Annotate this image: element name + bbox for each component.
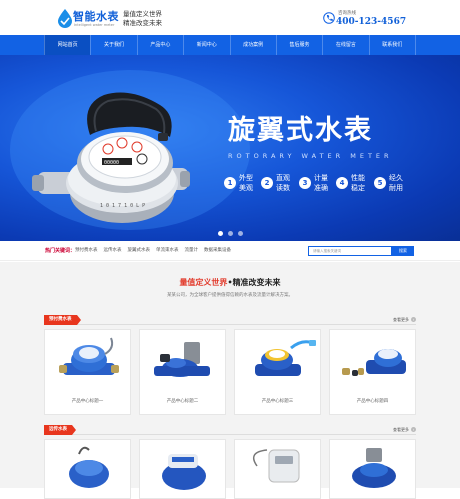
slogan-line-1: 量值定义世界 bbox=[123, 10, 162, 18]
main-content: 量值定义世界•精准改变未来 某某公司，为全球客户提供值得信赖的水表及流量计解决方… bbox=[0, 262, 460, 499]
product-card[interactable]: 产品中心标题三 bbox=[234, 329, 321, 415]
section-header-remote: 远传水表 查看更多 › bbox=[44, 425, 416, 435]
logo-name[interactable]: 智能水表 bbox=[73, 8, 119, 24]
keyword-link[interactable]: 旋翼式水表 bbox=[128, 247, 151, 253]
nav-item-contact[interactable]: 联系我们 bbox=[368, 35, 416, 55]
banner-subtitle: ROTORARY WATER METER bbox=[228, 152, 393, 160]
arrow-right-icon: › bbox=[411, 317, 416, 322]
product-title[interactable]: 产品中心标题三 bbox=[235, 398, 320, 404]
slogan-line-2: 精准改变未来 bbox=[123, 19, 162, 27]
product-card[interactable]: 产品中心标题四 bbox=[329, 329, 416, 415]
keyword-bar: 热门关键词： 预付费水表 远传水表 旋翼式水表 单流束水表 流量计 数据采集设备… bbox=[0, 241, 460, 261]
section-headline: 量值定义世界•精准改变未来 bbox=[0, 277, 460, 288]
product-image bbox=[255, 340, 316, 376]
water-drop-logo-icon[interactable] bbox=[56, 8, 74, 28]
feature-number: 4 bbox=[336, 177, 348, 189]
feature-text: 直观读数 bbox=[276, 174, 290, 192]
nav-item-home[interactable]: 网站首页 bbox=[44, 35, 91, 55]
product-title[interactable]: 产品中心标题二 bbox=[140, 398, 225, 404]
hot-keywords-title: 热门关键词： bbox=[45, 248, 76, 254]
product-image bbox=[252, 449, 300, 483]
feature-number: 1 bbox=[224, 177, 236, 189]
banner-dot-1[interactable] bbox=[218, 231, 223, 236]
nav-item-about[interactable]: 关于我们 bbox=[90, 35, 136, 55]
main-navigation: 网站首页 关于我们 产品中心 新闻中心 成功案例 售后服务 在线留言 联系我们 bbox=[0, 35, 460, 55]
banner-features: 1 外型美观 2 直观读数 3 计量准确 4 性能稳定 5 经久耐用 bbox=[224, 173, 424, 199]
nav-item-news[interactable]: 新闻中心 bbox=[183, 35, 229, 55]
product-card[interactable] bbox=[234, 439, 321, 499]
headline-dark: 精准改变未来 bbox=[232, 278, 281, 287]
phone-number: 400-123-4567 bbox=[336, 17, 407, 27]
hero-banner[interactable]: 00000 1 0 1 7 1 0 L P 旋翼式水表 ROTORARY WAT… bbox=[0, 55, 460, 241]
product-card[interactable]: 产品中心标题二 bbox=[139, 329, 226, 415]
section-tag[interactable]: 预付费水表 bbox=[44, 315, 80, 325]
feature-number: 3 bbox=[299, 177, 311, 189]
feature-item: 5 经久耐用 bbox=[374, 173, 434, 199]
product-card[interactable] bbox=[329, 439, 416, 499]
banner-dots bbox=[218, 231, 248, 236]
feature-text: 外型美观 bbox=[239, 174, 253, 192]
banner-title: 旋翼式水表 bbox=[228, 115, 373, 146]
nav-item-products[interactable]: 产品中心 bbox=[136, 35, 183, 55]
nav-item-message[interactable]: 在线留言 bbox=[322, 35, 368, 55]
nav-list: 网站首页 关于我们 产品中心 新闻中心 成功案例 售后服务 在线留言 联系我们 bbox=[44, 35, 416, 55]
banner-dot-2[interactable] bbox=[228, 231, 233, 236]
section-tag[interactable]: 远传水表 bbox=[44, 425, 76, 435]
phone-label: 咨询热线 bbox=[338, 11, 356, 16]
site-header: 智能水表 Intelligent water meter 量值定义世界 精准改变… bbox=[0, 0, 460, 35]
feature-text: 计量准确 bbox=[314, 174, 328, 192]
product-image bbox=[154, 342, 210, 377]
product-title[interactable]: 产品中心标题四 bbox=[330, 398, 415, 404]
more-link[interactable]: 查看更多 › bbox=[393, 317, 416, 323]
arrow-right-icon: › bbox=[411, 427, 416, 432]
product-image bbox=[162, 454, 206, 490]
product-grid: 产品中心标题一 产品中心标题二 产品中心标题三 产品中心标题四 bbox=[44, 329, 416, 415]
nav-item-service[interactable]: 售后服务 bbox=[275, 35, 322, 55]
product-image bbox=[69, 446, 109, 488]
header-slogan: 量值定义世界 精准改变未来 bbox=[123, 10, 162, 28]
more-label: 查看更多 bbox=[393, 427, 409, 432]
feature-text: 经久耐用 bbox=[389, 174, 403, 192]
product-title[interactable]: 产品中心标题一 bbox=[45, 398, 130, 404]
section-header-prepaid: 预付费水表 查看更多 › bbox=[44, 315, 416, 325]
product-card[interactable]: 产品中心标题一 bbox=[44, 329, 131, 415]
water-meter-image: 00000 1 0 1 7 1 0 L P bbox=[10, 70, 250, 230]
nav-item-cases[interactable]: 成功案例 bbox=[229, 35, 276, 55]
keyword-link[interactable]: 数据采集设备 bbox=[204, 247, 231, 253]
headline-red: 量值定义世界 bbox=[179, 278, 228, 287]
feature-text: 性能稳定 bbox=[351, 174, 365, 192]
product-image bbox=[342, 349, 406, 376]
feature-number: 5 bbox=[374, 177, 386, 189]
section-subtitle: 某某公司，为全球客户提供值得信赖的水表及流量计解决方案。 bbox=[167, 293, 293, 298]
meter-serial-text: 1 0 1 7 1 0 L P bbox=[100, 203, 145, 209]
phone-icon bbox=[323, 12, 335, 24]
product-card[interactable] bbox=[44, 439, 131, 499]
keyword-link[interactable]: 流量计 bbox=[185, 247, 199, 253]
feature-number: 2 bbox=[261, 177, 273, 189]
banner-dot-3[interactable] bbox=[238, 231, 243, 236]
product-image bbox=[59, 337, 119, 375]
product-card[interactable] bbox=[139, 439, 226, 499]
search-input[interactable]: 请输入搜索关键词 bbox=[308, 246, 392, 256]
keyword-list: 预付费水表 远传水表 旋翼式水表 单流束水表 流量计 数据采集设备 bbox=[75, 247, 231, 253]
more-link[interactable]: 查看更多 › bbox=[393, 427, 416, 433]
keyword-link[interactable]: 预付费水表 bbox=[75, 247, 98, 253]
more-label: 查看更多 bbox=[393, 317, 409, 322]
logo-subtitle: Intelligent water meter bbox=[74, 23, 115, 27]
svg-text:00000: 00000 bbox=[104, 160, 119, 166]
keyword-link[interactable]: 远传水表 bbox=[104, 247, 122, 253]
product-image bbox=[352, 448, 396, 488]
keyword-link[interactable]: 单流束水表 bbox=[156, 247, 179, 253]
product-grid bbox=[44, 439, 416, 499]
search-button[interactable]: 搜索 bbox=[392, 246, 414, 256]
